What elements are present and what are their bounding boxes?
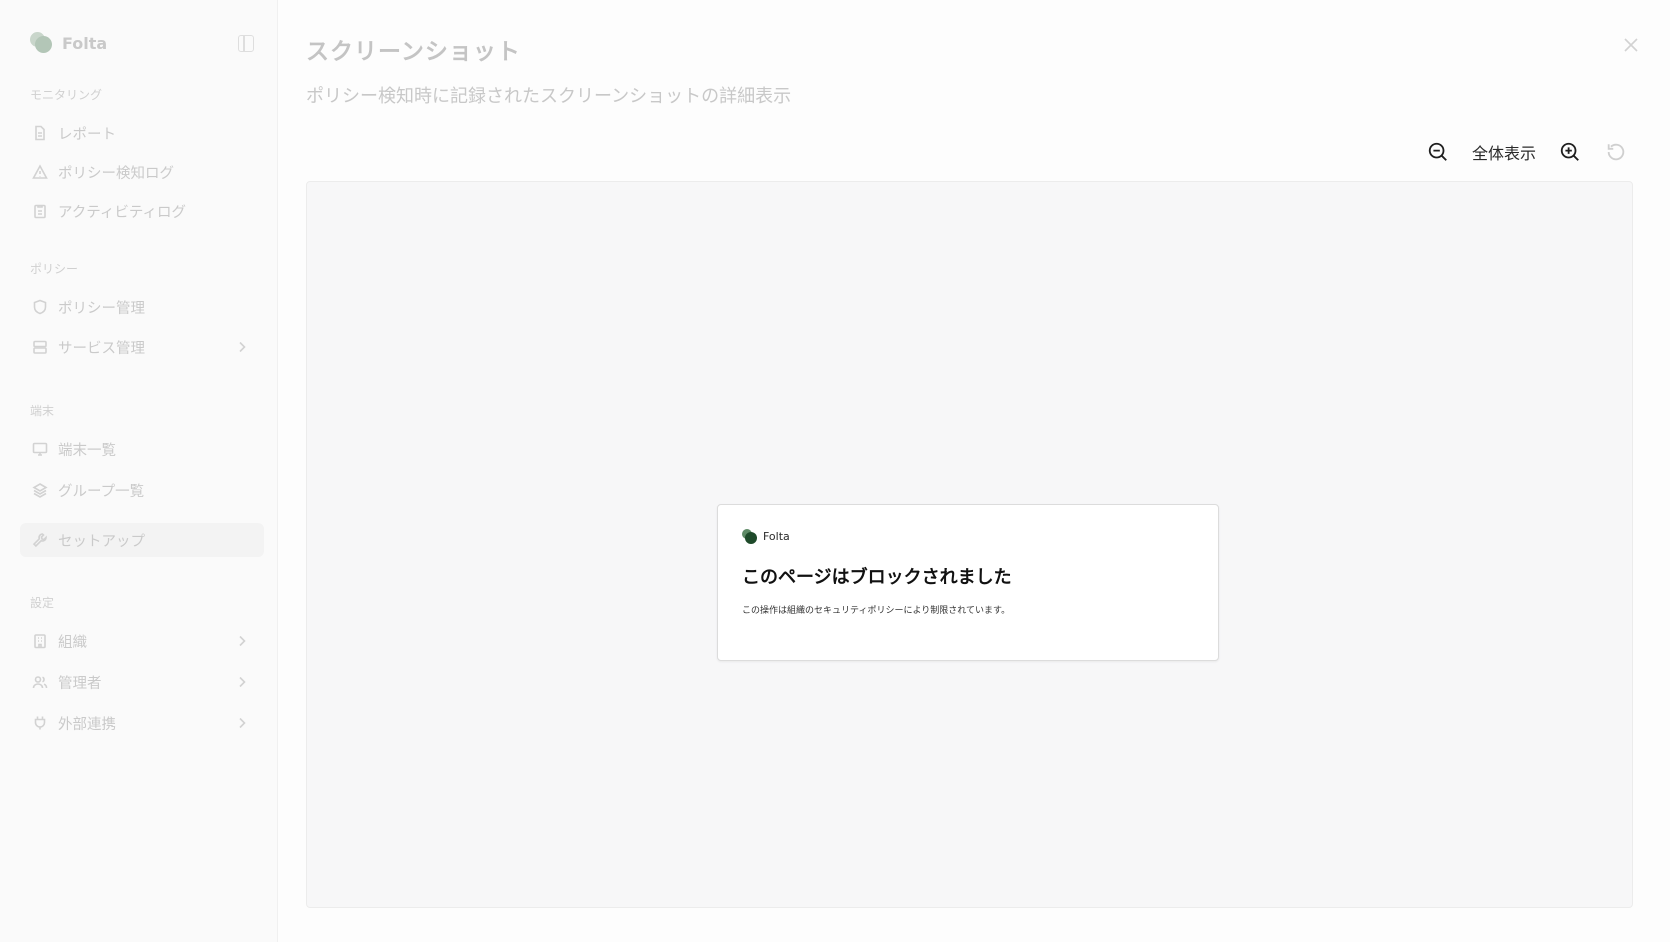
sidebar-item-activity-log[interactable]: アクティビティログ — [20, 194, 264, 228]
sidebar-item-service-management[interactable]: サービス管理 — [20, 330, 264, 364]
zoom-out-icon[interactable] — [1426, 140, 1450, 164]
sidebar-item-label: アクティビティログ — [58, 204, 187, 221]
sidebar-item-label: 組織 — [58, 634, 87, 651]
sidebar-item-label: ポリシー管理 — [58, 300, 145, 317]
chevron-right-icon — [234, 633, 250, 649]
shield-icon — [32, 299, 48, 315]
section-label-monitoring: モニタリング — [30, 88, 103, 102]
brand-name: Folta — [62, 33, 108, 53]
sidebar-item-label: 管理者 — [58, 675, 102, 692]
zoom-in-icon[interactable] — [1558, 140, 1582, 164]
sidebar-item-device-list[interactable]: 端末一覧 — [20, 432, 264, 466]
page-subtitle: ポリシー検知時に記録されたスクリーンショットの詳細表示 — [306, 86, 792, 107]
chevron-right-icon — [234, 715, 250, 731]
sidebar-item-group-list[interactable]: グループ一覧 — [20, 473, 264, 507]
warning-icon — [32, 164, 48, 180]
clipboard-icon — [32, 203, 48, 219]
sidebar-item-report[interactable]: レポート — [20, 116, 264, 150]
plug-icon — [32, 715, 48, 731]
zoom-toolbar: 全体表示 — [1426, 140, 1628, 164]
section-label-settings: 設定 — [30, 596, 55, 610]
folta-logo — [30, 32, 52, 54]
folta-logo — [742, 529, 757, 544]
sidebar-item-label: レポート — [58, 126, 116, 143]
sidebar-item-policy-detection-log[interactable]: ポリシー検知ログ — [20, 155, 264, 189]
server-icon — [32, 339, 48, 355]
blocked-message: この操作は組織のセキュリティポリシーにより制限されています。 — [742, 606, 1011, 616]
fit-to-view-button[interactable]: 全体表示 — [1472, 140, 1536, 164]
chevron-right-icon — [234, 674, 250, 690]
sidebar-item-label: 外部連携 — [58, 716, 116, 733]
sidebar-item-label: グループ一覧 — [58, 483, 145, 500]
monitor-icon — [32, 441, 48, 457]
sidebar-item-setup[interactable]: セットアップ — [20, 523, 264, 557]
close-icon[interactable] — [1622, 36, 1640, 54]
app-window: Folta モニタリング レポート ポリシー検知ログ アクティビティログ ポリシ… — [0, 0, 1670, 942]
wrench-icon — [32, 532, 48, 548]
blocked-heading: このページはブロックされました — [742, 567, 1012, 588]
screenshot-viewer[interactable]: Folta このページはブロックされました この操作は組織のセキュリティポリシー… — [306, 181, 1633, 908]
document-icon — [32, 125, 48, 141]
sidebar-item-integrations[interactable]: 外部連携 — [20, 706, 264, 740]
building-icon — [32, 633, 48, 649]
reset-rotate-icon[interactable] — [1604, 140, 1628, 164]
brand[interactable]: Folta — [30, 32, 107, 54]
sidebar-item-policy-management[interactable]: ポリシー管理 — [20, 290, 264, 324]
screenshot-image: Folta このページはブロックされました この操作は組織のセキュリティポリシー… — [717, 504, 1219, 661]
section-label-policy: ポリシー — [30, 262, 79, 276]
screenshot-dialog: スクリーンショット ポリシー検知時に記録されたスクリーンショットの詳細表示 全体… — [278, 0, 1670, 942]
screenshot-brand: Folta — [742, 529, 790, 544]
sidebar-item-label: 端末一覧 — [58, 442, 116, 459]
chevron-right-icon — [234, 339, 250, 355]
sidebar-item-label: セットアップ — [58, 533, 145, 550]
users-icon — [32, 674, 48, 690]
sidebar-item-organization[interactable]: 組織 — [20, 624, 264, 658]
sidebar-item-administrators[interactable]: 管理者 — [20, 665, 264, 699]
page-title: スクリーンショット — [306, 39, 521, 65]
screenshot-brand-name: Folta — [763, 530, 790, 543]
sidebar-item-label: サービス管理 — [58, 340, 145, 357]
section-label-device: 端末 — [30, 404, 55, 418]
sidebar-item-label: ポリシー検知ログ — [58, 165, 174, 182]
sidebar-collapse-icon[interactable] — [238, 35, 254, 52]
sidebar: Folta モニタリング レポート ポリシー検知ログ アクティビティログ ポリシ… — [0, 0, 278, 942]
group-icon — [32, 482, 48, 498]
